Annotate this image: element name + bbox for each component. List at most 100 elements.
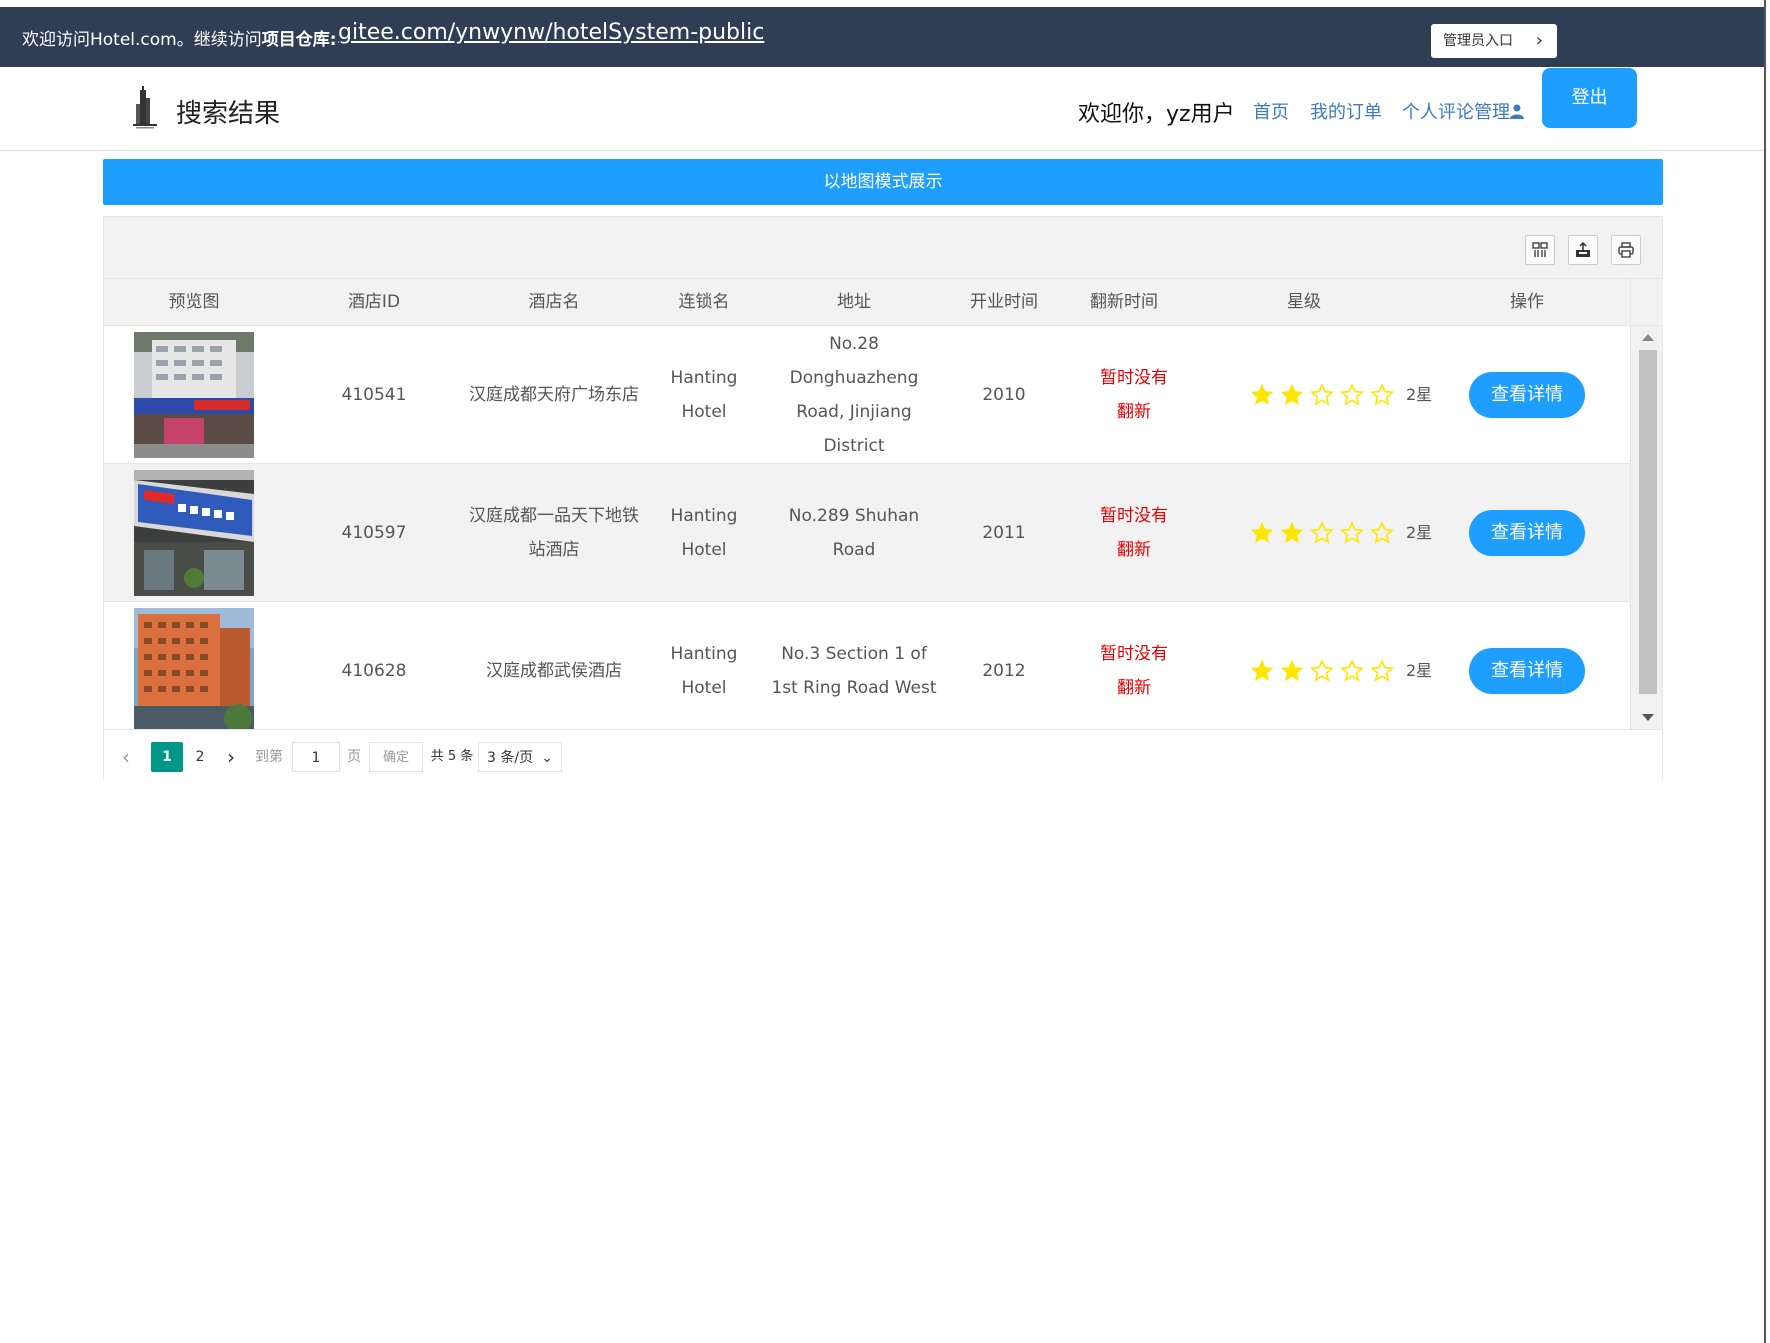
star-icon bbox=[1280, 383, 1304, 406]
star-icon bbox=[1280, 659, 1304, 682]
print-button[interactable] bbox=[1611, 235, 1641, 265]
nav-my-orders-link[interactable]: 我的订单 bbox=[1310, 98, 1382, 124]
action-cell: 查看详情 bbox=[1424, 464, 1630, 602]
hotel-address: No.28 Donghuazheng Road, Jinjiang Distri… bbox=[789, 334, 919, 456]
hotel-chain: Hanting Hotel bbox=[670, 368, 738, 422]
preview-cell bbox=[104, 602, 284, 729]
hotel-opened: 2011 bbox=[982, 523, 1026, 543]
page-current[interactable]: 1 bbox=[151, 742, 183, 772]
columns-icon bbox=[1532, 242, 1548, 257]
star-icon bbox=[1250, 383, 1274, 406]
hotel-renovated: 暂时没有翻新 bbox=[1100, 368, 1168, 422]
notice-prefix: 欢迎访问Hotel.com。继续访问 bbox=[22, 30, 262, 50]
star-icon bbox=[1250, 659, 1274, 682]
nav-review-management-link[interactable]: 个人评论管理 bbox=[1402, 98, 1524, 124]
col-address[interactable]: 地址 bbox=[764, 279, 944, 325]
scroll-up-arrow-icon[interactable] bbox=[1642, 334, 1654, 341]
hotel-id: 410541 bbox=[341, 385, 407, 405]
page-size-select[interactable]: 3 条/页 ⌄ bbox=[478, 742, 562, 772]
hotel-name: 汉庭成都武侯酒店 bbox=[486, 661, 622, 681]
table-row: 410597 汉庭成都一品天下地铁站酒店 Hanting Hotel No.28… bbox=[104, 464, 1630, 602]
repo-label: 项目仓库: bbox=[261, 30, 337, 50]
star-icon bbox=[1370, 659, 1394, 682]
goto-page-input[interactable]: 1 bbox=[292, 742, 340, 772]
star-icon bbox=[1310, 521, 1334, 544]
logout-button[interactable]: 登出 bbox=[1542, 68, 1637, 128]
star-icon bbox=[1310, 659, 1334, 682]
site-header: 搜索结果 欢迎你，yz用户 首页 我的订单 个人评论管理 登出 bbox=[0, 67, 1766, 151]
star-icon bbox=[1370, 383, 1394, 406]
hotel-opened: 2012 bbox=[982, 661, 1026, 681]
action-cell: 查看详情 bbox=[1424, 326, 1630, 464]
hotel-address: No.289 Shuhan Road bbox=[788, 506, 920, 560]
view-details-button[interactable]: 查看详情 bbox=[1469, 648, 1585, 694]
columns-filter-button[interactable] bbox=[1525, 235, 1555, 265]
scroll-thumb[interactable] bbox=[1639, 350, 1657, 694]
col-stars[interactable]: 星级 bbox=[1184, 279, 1424, 325]
page-unit-label: 页 bbox=[347, 749, 361, 765]
page-size-value: 3 条/页 bbox=[487, 750, 534, 766]
star-icon bbox=[1370, 521, 1394, 544]
col-opened[interactable]: 开业时间 bbox=[944, 279, 1064, 325]
notice-text: 欢迎访问Hotel.com。继续访问项目仓库: bbox=[22, 25, 337, 50]
hotel-address: No.3 Section 1 of 1st Ring Road West bbox=[771, 644, 937, 698]
chevron-down-icon: ⌄ bbox=[541, 750, 553, 766]
hotel-chain: Hanting Hotel bbox=[670, 506, 738, 560]
table-scrollbar[interactable] bbox=[1630, 326, 1662, 729]
table-row: 410628 汉庭成都武侯酒店 Hanting Hotel No.3 Secti… bbox=[104, 602, 1630, 729]
hotel-name: 汉庭成都天府广场东店 bbox=[469, 385, 639, 405]
table-toolbar bbox=[104, 217, 1662, 279]
goto-label: 到第 bbox=[255, 749, 283, 765]
preview-cell bbox=[104, 464, 284, 602]
hotel-results-table: 预览图 酒店ID 酒店名 连锁名 地址 开业时间 翻新时间 星级 操作 4105… bbox=[103, 216, 1663, 781]
next-page-icon[interactable]: › bbox=[221, 742, 241, 772]
chevron-right-icon: › bbox=[1535, 30, 1543, 51]
pagination: ‹ 1 2 › 到第 1 页 确定 共 5 条 3 条/页 ⌄ bbox=[104, 729, 1662, 781]
repo-link[interactable]: gitee.com/ynwynw/hotelSystem-public bbox=[338, 20, 764, 45]
hotel-name: 汉庭成都一品天下地铁站酒店 bbox=[469, 506, 639, 560]
col-actions[interactable]: 操作 bbox=[1424, 279, 1630, 325]
table-body: 410541 汉庭成都天府广场东店 Hanting Hotel No.28 Do… bbox=[104, 326, 1630, 729]
table-header: 预览图 酒店ID 酒店名 连锁名 地址 开业时间 翻新时间 星级 操作 bbox=[104, 279, 1630, 326]
view-details-button[interactable]: 查看详情 bbox=[1469, 372, 1585, 418]
notice-bar: 欢迎访问Hotel.com。继续访问项目仓库: gitee.com/ynwynw… bbox=[0, 7, 1766, 67]
hotel-preview-image bbox=[134, 608, 254, 729]
star-icon bbox=[1340, 383, 1364, 406]
hotel-opened: 2010 bbox=[982, 385, 1026, 405]
preview-cell bbox=[104, 326, 284, 464]
admin-entry-button[interactable]: 管理员入口 › bbox=[1431, 24, 1557, 58]
hotel-renovated: 暂时没有翻新 bbox=[1100, 506, 1168, 560]
prev-page-icon[interactable]: ‹ bbox=[116, 742, 136, 772]
header-scroll-gap bbox=[1630, 279, 1663, 326]
star-icon bbox=[1340, 659, 1364, 682]
hotel-preview-image bbox=[134, 470, 254, 596]
star-icon bbox=[1310, 383, 1334, 406]
export-button[interactable] bbox=[1568, 235, 1598, 265]
hotel-id: 410628 bbox=[341, 661, 407, 681]
scroll-down-arrow-icon[interactable] bbox=[1642, 714, 1654, 721]
col-hotel-name[interactable]: 酒店名 bbox=[464, 279, 644, 325]
user-icon bbox=[1510, 104, 1524, 119]
nav-home-link[interactable]: 首页 bbox=[1253, 98, 1289, 124]
star-icon bbox=[1340, 521, 1364, 544]
col-chain[interactable]: 连锁名 bbox=[644, 279, 764, 325]
table-row: 410541 汉庭成都天府广场东店 Hanting Hotel No.28 Do… bbox=[104, 326, 1630, 464]
col-hotel-id[interactable]: 酒店ID bbox=[284, 279, 464, 325]
star-icon bbox=[1250, 521, 1274, 544]
hotel-logo bbox=[133, 86, 157, 129]
page-2[interactable]: 2 bbox=[185, 742, 215, 772]
hotel-renovated: 暂时没有翻新 bbox=[1100, 644, 1168, 698]
col-preview[interactable]: 预览图 bbox=[104, 279, 284, 325]
map-mode-button[interactable]: 以地图模式展示 bbox=[103, 159, 1663, 205]
welcome-text: 欢迎你，yz用户 bbox=[1078, 102, 1235, 127]
col-renovated[interactable]: 翻新时间 bbox=[1064, 279, 1184, 325]
hotel-id: 410597 bbox=[341, 523, 407, 543]
action-cell: 查看详情 bbox=[1424, 602, 1630, 729]
export-icon bbox=[1576, 242, 1590, 257]
hotel-preview-image bbox=[134, 332, 254, 458]
admin-entry-label: 管理员入口 bbox=[1443, 33, 1513, 49]
nav-review-label: 个人评论管理 bbox=[1402, 102, 1510, 123]
view-details-button[interactable]: 查看详情 bbox=[1469, 510, 1585, 556]
print-icon bbox=[1618, 242, 1634, 258]
goto-confirm-button[interactable]: 确定 bbox=[369, 742, 423, 772]
